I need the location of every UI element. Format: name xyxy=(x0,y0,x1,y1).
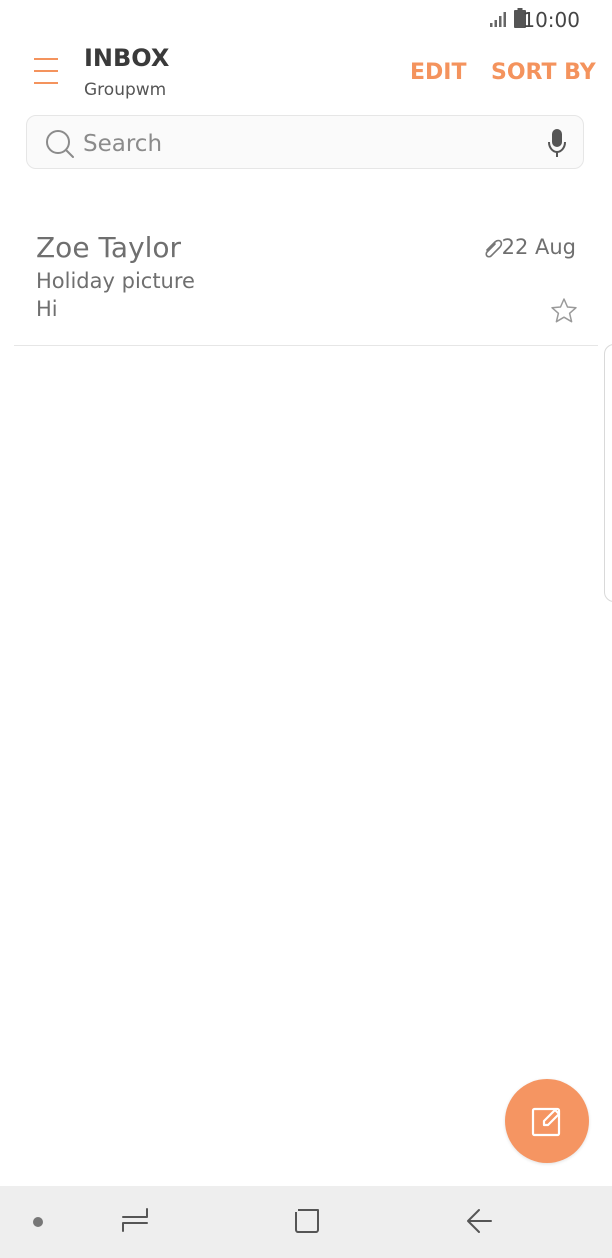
account-name: Groupwm xyxy=(84,80,167,100)
email-list-item[interactable]: Zoe Taylor Holiday picture Hi 22 Aug xyxy=(14,215,598,346)
inbox-title: INBOX xyxy=(84,44,170,72)
status-bar: 10:00 xyxy=(0,0,612,38)
recent-apps-icon[interactable] xyxy=(120,1205,150,1235)
email-subject: Holiday picture xyxy=(36,269,195,293)
search-input[interactable] xyxy=(81,126,525,162)
menu-icon[interactable] xyxy=(34,58,58,84)
email-date: 22 Aug xyxy=(501,235,576,259)
search-bar[interactable] xyxy=(26,115,584,169)
status-time: 10:00 xyxy=(522,8,580,32)
signal-icon xyxy=(490,12,506,27)
sort-by-button[interactable]: SORT BY xyxy=(491,60,596,85)
compose-icon xyxy=(531,1107,561,1137)
edit-button[interactable]: EDIT xyxy=(410,60,466,85)
email-sender: Zoe Taylor xyxy=(36,231,182,264)
edge-panel-handle[interactable] xyxy=(604,344,612,602)
star-icon[interactable] xyxy=(549,296,579,326)
compose-button[interactable] xyxy=(505,1079,589,1163)
search-icon xyxy=(46,130,74,158)
email-preview: Hi xyxy=(36,297,58,321)
navigation-bar xyxy=(0,1186,612,1258)
nav-dot-icon xyxy=(33,1217,43,1227)
home-icon[interactable] xyxy=(292,1206,322,1236)
mic-icon[interactable] xyxy=(547,128,567,158)
back-icon[interactable] xyxy=(464,1206,494,1236)
